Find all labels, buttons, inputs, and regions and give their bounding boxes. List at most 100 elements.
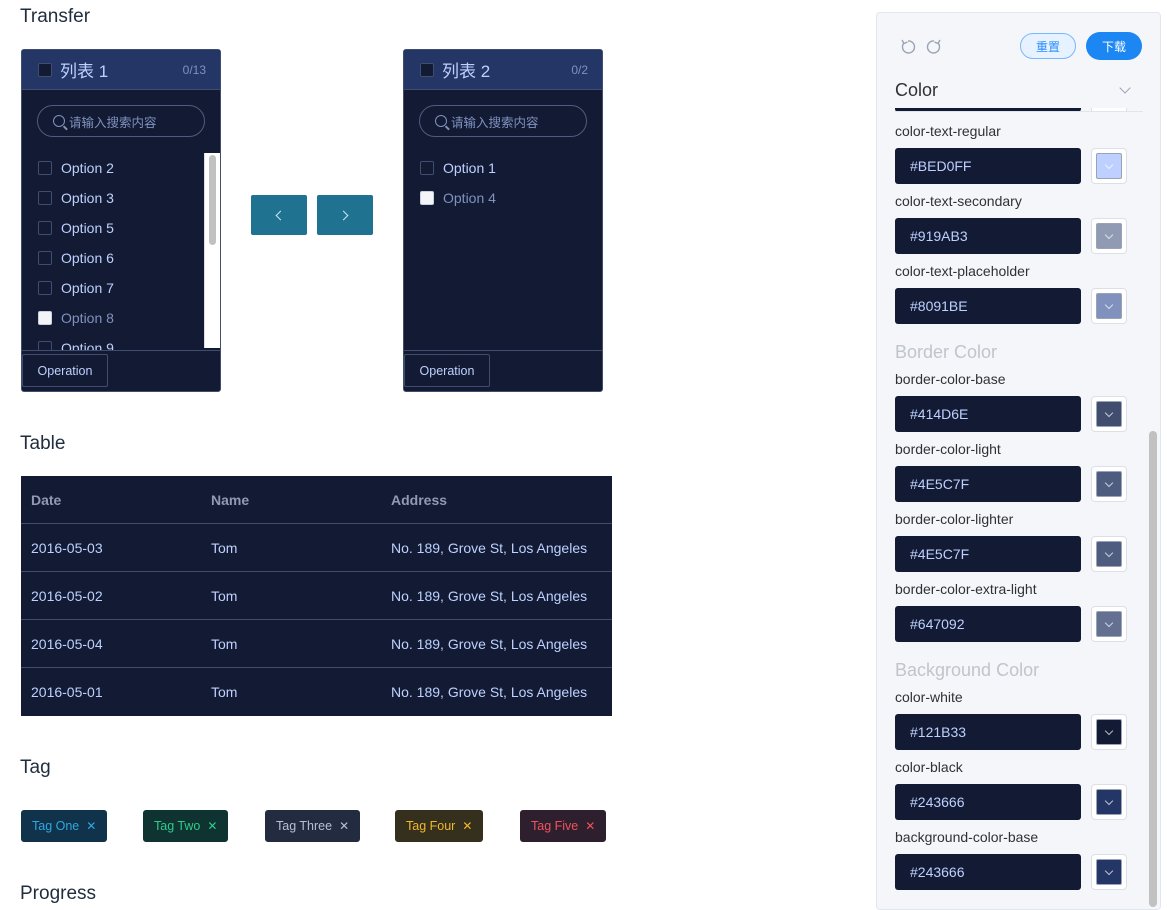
move-right-button[interactable] [317,195,373,235]
color-picker[interactable] [1091,714,1127,750]
color-picker[interactable] [1091,218,1127,254]
search-placeholder: 请输入搜索内容 [451,115,539,130]
move-left-button[interactable] [251,195,307,235]
tag-label: Tag Five [531,819,579,833]
search-input[interactable]: 请输入搜索内容 [419,105,587,137]
color-swatch [1096,789,1122,815]
list-item[interactable]: Option 9 [22,333,220,350]
color-input[interactable]: #121B33 [895,714,1081,750]
table-cell: 2016-05-04 [31,635,103,652]
close-icon[interactable]: ✕ [86,819,96,833]
redo-icon[interactable] [925,38,943,56]
color-picker[interactable] [1091,466,1127,502]
color-input[interactable]: #243666 [895,784,1081,820]
tag[interactable]: Tag Two ✕ [143,810,229,842]
tag[interactable]: Tag One ✕ [21,810,108,842]
list-item[interactable]: Option 1 [404,153,602,183]
scrollbar-thumb[interactable] [209,155,216,245]
section-title-progress: Progress [20,883,97,904]
close-icon[interactable]: ✕ [207,819,217,833]
table-row[interactable]: 2016-05-03 Tom No. 189, Grove St, Los Ange… [21,524,612,572]
variable-label: color-text-placeholder [895,263,1030,279]
operation-button[interactable]: Operation [22,354,108,387]
table-row[interactable]: 2016-05-02 Tom No. 189, Grove St, Los Ange… [21,572,612,620]
list-item[interactable]: Option 2 [22,153,220,183]
color-input[interactable]: #4E5C7F [895,466,1081,502]
item-label: Option 4 [443,190,496,206]
list-item[interactable]: Option 4 [404,183,602,213]
list-item[interactable]: Option 6 [22,243,220,273]
color-input[interactable]: #BED0FF [895,148,1081,184]
color-input[interactable]: #8091BE [895,288,1081,324]
panel-title: 列表 2 [442,62,491,81]
table-cell: Tom [211,587,238,604]
color-picker[interactable] [1091,288,1127,324]
close-icon[interactable]: ✕ [339,819,349,833]
item-checkbox [420,191,434,205]
variable-label: background-color-base [895,829,1039,845]
tag-label: Tag Three [276,819,333,833]
item-label: Option 7 [61,280,114,296]
panel-title: 列表 1 [60,62,109,81]
collapse-title[interactable]: Color [895,80,938,101]
item-label: Option 1 [443,160,496,176]
column-header-address[interactable]: Address [381,492,612,508]
color-input[interactable]: #919AB3 [895,218,1081,254]
color-input[interactable]: #647092 [895,606,1081,642]
color-swatch [1096,719,1122,745]
close-icon[interactable]: ✕ [585,819,595,833]
undo-icon[interactable] [899,38,917,56]
list-item[interactable]: Option 7 [22,273,220,303]
variable-label: color-white [895,689,963,705]
color-picker[interactable] [1091,784,1127,820]
color-picker[interactable] [1091,396,1127,432]
color-input[interactable]: #4E5C7F [895,536,1081,572]
panel-count: 0/13 [182,62,206,77]
table-row[interactable]: 2016-05-04 Tom No. 189, Grove St, Los Ange… [21,620,612,668]
color-input[interactable]: #414D6E [895,396,1081,432]
color-input[interactable]: #243666 [895,854,1081,890]
item-label: Option 2 [61,160,114,176]
color-picker[interactable] [1091,854,1127,890]
section-title-tag: Tag [20,757,51,778]
operation-button[interactable]: Operation [404,354,490,387]
search-input[interactable]: 请输入搜索内容 [37,105,205,137]
color-swatch [1096,293,1122,319]
item-checkbox[interactable] [38,281,52,295]
close-icon[interactable]: ✕ [462,819,472,833]
item-checkbox[interactable] [420,161,434,175]
color-swatch [1096,153,1122,179]
item-label: Option 8 [61,310,114,326]
scrollbar[interactable] [1149,431,1157,907]
table-row[interactable]: 2016-05-01 Tom No. 189, Grove St, Los Ange… [21,668,612,716]
color-picker[interactable] [1091,536,1127,572]
chevron-down-icon[interactable] [1119,82,1131,94]
column-header-date[interactable]: Date [21,492,201,508]
scrollbar[interactable] [204,153,220,348]
select-all-checkbox[interactable] [420,62,434,77]
list-item[interactable]: Option 5 [22,213,220,243]
list-item[interactable]: Option 3 [22,183,220,213]
list-item[interactable]: Option 8 [22,303,220,333]
group-title-background: Background Color [895,660,1040,680]
item-checkbox[interactable] [38,251,52,265]
item-label: Option 9 [61,340,114,350]
tag[interactable]: Tag Three ✕ [265,810,361,842]
panel-footer: Operation [404,350,602,391]
item-checkbox[interactable] [38,191,52,205]
transfer-panel-header: 列表 1 0/13 [22,50,220,90]
download-button[interactable]: 下载 [1086,32,1142,60]
table-cell: No. 189, Grove St, Los Angeles [391,539,588,556]
color-swatch [1096,471,1122,497]
item-checkbox[interactable] [38,341,52,350]
item-checkbox[interactable] [38,161,52,175]
tag[interactable]: Tag Five ✕ [520,810,607,842]
item-checkbox[interactable] [38,221,52,235]
tag[interactable]: Tag Four ✕ [395,810,484,842]
color-picker[interactable] [1091,606,1127,642]
select-all-checkbox[interactable] [38,62,52,77]
color-picker[interactable] [1091,148,1127,184]
column-header-name[interactable]: Name [201,492,381,508]
variable-label: border-color-base [895,371,1006,387]
reset-button[interactable]: 重置 [1020,33,1076,59]
